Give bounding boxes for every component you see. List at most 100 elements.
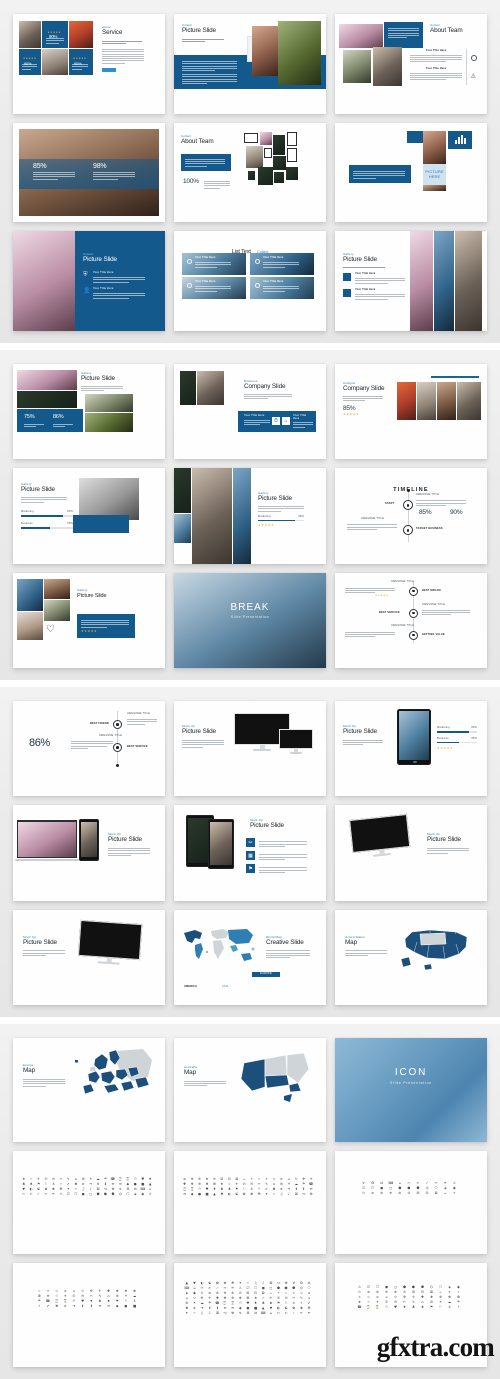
slide-icon-sheet[interactable]: ▲ ▼ ◐ ☯ ✿ ❀ ☘ ✦ ✧ ♫ ♪ ⌘ ⌥ ☢ ☣ ♻ ⚖ ⌨ ☕ ✄ ✍ ✓ ✏ ✒ ⚠ ☑ ☐ ◼ ◻ ⬟ ⬢ ⬣ ⌬ ⎔ ◈ ◉ ⊙ ⊚ ⊛ ⊕…	[174, 1263, 326, 1367]
slide-icon-cover[interactable]: ICON Slide Presentation	[335, 1038, 487, 1142]
star-rating: ★★★★★	[437, 746, 454, 751]
slide-icon-sheet[interactable]: ★ ☆ ✈ ✆ ✉ ✂ ✎ ⌂ ⚙ ☀ ☁ ☂ ☎ ⌚ ⌛ ⏱ ♥ ♦ ♣ ♠ ⚑ ⚐ ⚓ ⚡ ✔ ✖ ➤ ➔ ⬆ ⬇ ⬅ ➡ ◆ ● ■ ▲ ▼ ◐ ☯ ✿…	[13, 1150, 165, 1255]
frame	[244, 132, 258, 143]
slide-gallery-mosaic[interactable]: ♡ Gallery Picture Slide ★★★★★	[13, 572, 165, 668]
template-showcase-page: 90% ★★★★★ 90% ★★★★★ 90% ★★★★★	[0, 0, 500, 1379]
slide-picture-portrait[interactable]: Collect Picture Slide ⛨ Your Title Here …	[13, 231, 165, 331]
photo	[69, 21, 93, 48]
bar-chart-icon	[454, 135, 466, 145]
imac-mockup-small	[279, 729, 313, 754]
slide-mockup-imac[interactable]: Mock Up Picture Slide	[13, 909, 165, 1005]
slide-about-team-mosaic[interactable]: Collect About Team 100%	[174, 122, 326, 223]
slide-gallery-stats[interactable]: 75% 86% Gallery Picture Slide	[13, 364, 165, 460]
slide-australia-map[interactable]: Australia Map	[174, 1038, 326, 1142]
stat-card: 90% ★★★★★	[42, 21, 68, 48]
slide-europe-map[interactable]: Europe Map	[13, 1038, 165, 1142]
icon-grid: ⌗ ⍟ ⍉ ⎈ ⎉ ⎊ ✜ ✛ ✚ ❖ ❄ ❅ ❆ ★ ☆ ✈ ✆ ✉ ✂ ✎ ⌂ ⚙ ☀ ☁ ☂ ☎ ⌚ ⌛ ⏱ ♥ ♦ ♣ ♠ ⚑ ⚐ ⚓ ⚡ ✔ ✖ ➤…	[37, 1289, 137, 1309]
slide-gallery-bars[interactable]: Gallery Picture Slide Marketing 80% Busi…	[13, 468, 165, 564]
slide-break[interactable]: BREAK Slide Presentation	[174, 572, 326, 668]
slide-gallery-strips[interactable]: Gallery Picture Slide Marketing 80% ★★★★…	[174, 468, 326, 564]
slide-picture-here[interactable]: PICTURE HERE	[335, 122, 487, 223]
star-rating: ★★★★★	[343, 412, 360, 417]
photo	[339, 24, 383, 48]
slide-mockup-tablet[interactable]: Mock Up Picture Slide Marketing 80% Busi…	[335, 701, 487, 797]
photo	[286, 166, 298, 180]
slide-mockup-tilted[interactable]: Mock Up Picture Slide	[335, 805, 487, 901]
photo	[17, 370, 77, 390]
bar-label: Marketing	[21, 510, 34, 514]
accent-bar	[431, 376, 479, 378]
slide-about-service[interactable]: 90% ★★★★★ 90% ★★★★★ 90% ★★★★★	[13, 14, 165, 114]
slide-us-map[interactable]: United States Map	[335, 909, 487, 1005]
slide-title: Picture Slide	[83, 256, 117, 264]
slide-mockup-phones[interactable]: Mock Up Picture Slide ✂ ▦ ⚑	[174, 805, 326, 901]
percent-value: 86%	[29, 737, 50, 749]
picture-placeholder-label: PICTURE HERE	[425, 169, 444, 180]
slide-title: BREAK	[230, 601, 270, 613]
photo	[343, 50, 371, 83]
progress-track	[258, 519, 304, 522]
list-item[interactable]: Your Title Here	[250, 253, 314, 276]
star-rating: ★★★★★	[258, 523, 275, 528]
timeline-node[interactable]	[403, 525, 413, 536]
slide-photo-stats[interactable]: 85% 98%	[13, 122, 165, 223]
slide-icon-sheet[interactable]: ⌗ ⍟ ⍉ ⎈ ⎉ ⎊ ✜ ✛ ✚ ❖ ❄ ❅ ❆ ★ ☆ ✈ ✆ ✉ ✂ ✎ ⌂ ⚙ ☀ ☁ ☂ ☎ ⌚ ⌛ ⏱ ♥ ♦ ♣ ♠ ⚑ ⚐ ⚓ ⚡ ✔ ✖ ➤…	[13, 1263, 165, 1367]
timeline-node[interactable]	[409, 586, 418, 596]
slide-title: Picture Slide	[427, 836, 461, 844]
percent-value: 86%	[53, 414, 64, 420]
timeline-node[interactable]	[409, 630, 418, 640]
slide-list-text[interactable]: List Text Collect Your Title Here Your T…	[174, 231, 326, 331]
slide-icon-sheet[interactable]: ⊚ ⊛ ⊕ ⊗ ⊘ ⊞ ⊟ ⊠ ⌯ ⌖ ⌗ ⍟ ⍉ ⎈ ⎉ ⎊ ✜ ✛ ✚ ❖ ❄ ❅ ❆ ★ ☆ ✈ ✆ ✉ ✂ ✎ ⌂ ⚙ ☀ ☁ ☂ ☎ ⌚ ⌛ ⏱ ♥…	[174, 1150, 326, 1255]
star-rating: ★★★★★	[47, 31, 62, 34]
slide-mockup-laptop[interactable]: Mock Up Picture Slide	[13, 805, 165, 901]
panel-3: BEST FRIEND AWESOME TITLE AWESOME TITLE …	[0, 687, 500, 1017]
slide-company[interactable]: Business Company Slide Your Title Here ⏱…	[174, 364, 326, 460]
progress-fill	[258, 519, 295, 522]
slide-collect-picture[interactable]: Collect Picture Slide	[174, 14, 326, 114]
slide-title: Picture Slide	[21, 486, 55, 494]
photo	[180, 371, 196, 405]
watermark: gfxtra.com	[376, 1332, 495, 1362]
slide-title: Picture Slide	[343, 728, 377, 736]
item-title: Your Title Here	[244, 414, 265, 417]
frame	[287, 131, 297, 146]
list-item[interactable]: Your Title Here	[182, 253, 246, 276]
slide-timeline[interactable]: TIMELINE START TARGET BUSINESS AWESOME T…	[335, 468, 487, 564]
slide-grid-3: BEST FRIEND AWESOME TITLE AWESOME TITLE …	[13, 701, 487, 1005]
icon-grid: ⚠ ☑ ☐ ◼ ◻ ⬟ ⬢ ⬣ ⌬ ⎔ ◈ ◉ ⊙ ⊚ ⊛ ⊕ ⊗ ⊘ ⊞ ⊟ ⊠ ⌯ ⌖ ⌗ ⍟ ⍉ ⎈ ⎉ ⎊ ✜ ✛ ✚ ❖ ❄ ❅ ❆ ★ ☆ ✈ ✆…	[357, 1285, 461, 1310]
learn-more-button[interactable]	[102, 67, 116, 72]
photo	[423, 130, 446, 164]
photo	[248, 170, 255, 180]
item-title: Your Title Here	[93, 287, 114, 291]
photo	[13, 231, 75, 331]
timeline-node[interactable]	[113, 743, 122, 752]
feature-band: Your Title Here ⏱ ⌂ Your Title Here	[238, 411, 316, 432]
slide-analysis-company[interactable]: Analysis Company Slide 85% ★★★★★	[335, 364, 487, 460]
divider	[466, 49, 467, 85]
timeline-node[interactable]	[113, 720, 122, 729]
slide-gallery-picture[interactable]: Gallery Picture Slide Your Title Here Yo…	[335, 231, 487, 331]
icon-grid: ★ ☆ ✈ ✆ ✉ ✂ ✎ ⌂ ⚙ ☀ ☁ ☂ ☎ ⌚ ⌛ ⏱ ♥ ♦ ♣ ♠ ⚑ ⚐ ⚓ ⚡ ✔ ✖ ➤ ➔ ⬆ ⬇ ⬅ ➡ ◆ ● ■ ▲ ▼ ◐ ☯ ✿…	[22, 1176, 152, 1196]
slide-mockup-desktop[interactable]: Mock Up Picture Slide	[174, 701, 326, 797]
slide-percent-timeline[interactable]: BEST FRIEND AWESOME TITLE AWESOME TITLE …	[13, 701, 165, 797]
slide-title: Map	[23, 1067, 35, 1075]
slide-about-team[interactable]: Collect About Team Your Title Here Your …	[335, 14, 487, 114]
slide-title: Picture Slide	[258, 495, 292, 503]
circle-icon	[255, 283, 260, 289]
timeline-node[interactable]	[409, 608, 418, 618]
slide-title: Map	[345, 938, 357, 946]
photo	[174, 514, 191, 544]
chart-icon-block: ▦	[246, 851, 255, 861]
photo	[373, 47, 402, 86]
slide-timeline-vertical[interactable]: AWESOME TITLE ★★★★★ BEST DREAM AWESOME T…	[335, 572, 487, 668]
world-map	[184, 928, 255, 961]
item-title: Your Title Here	[263, 280, 284, 284]
photo	[260, 131, 272, 145]
list-item[interactable]: Your Title Here	[182, 277, 246, 300]
slide-world-map[interactable]: World Map Creative Slide AMERICA ASIA EU…	[174, 909, 326, 1005]
star-rating: ★★★★★	[81, 628, 98, 633]
slide-icon-sheet[interactable]: ☣ ♻ ⚖ ⌨ ☕ ✄ ✍ ✓ ✏ ✒ ⚠ ☑ ☐ ◼ ◻ ⬟ ⬢ ⬣ ⌬ ⎔ ◈ ◉ ⊙ ⊚ ⊛ ⊕ ⊗ ⊘ ⊞ ⊟ ⊠ ⌯ ⌖	[335, 1150, 487, 1255]
timeline-node[interactable]	[403, 500, 413, 511]
panel-2: 75% 86% Gallery Picture Slide Business C…	[0, 350, 500, 680]
list-item[interactable]: Your Title Here	[250, 277, 314, 300]
